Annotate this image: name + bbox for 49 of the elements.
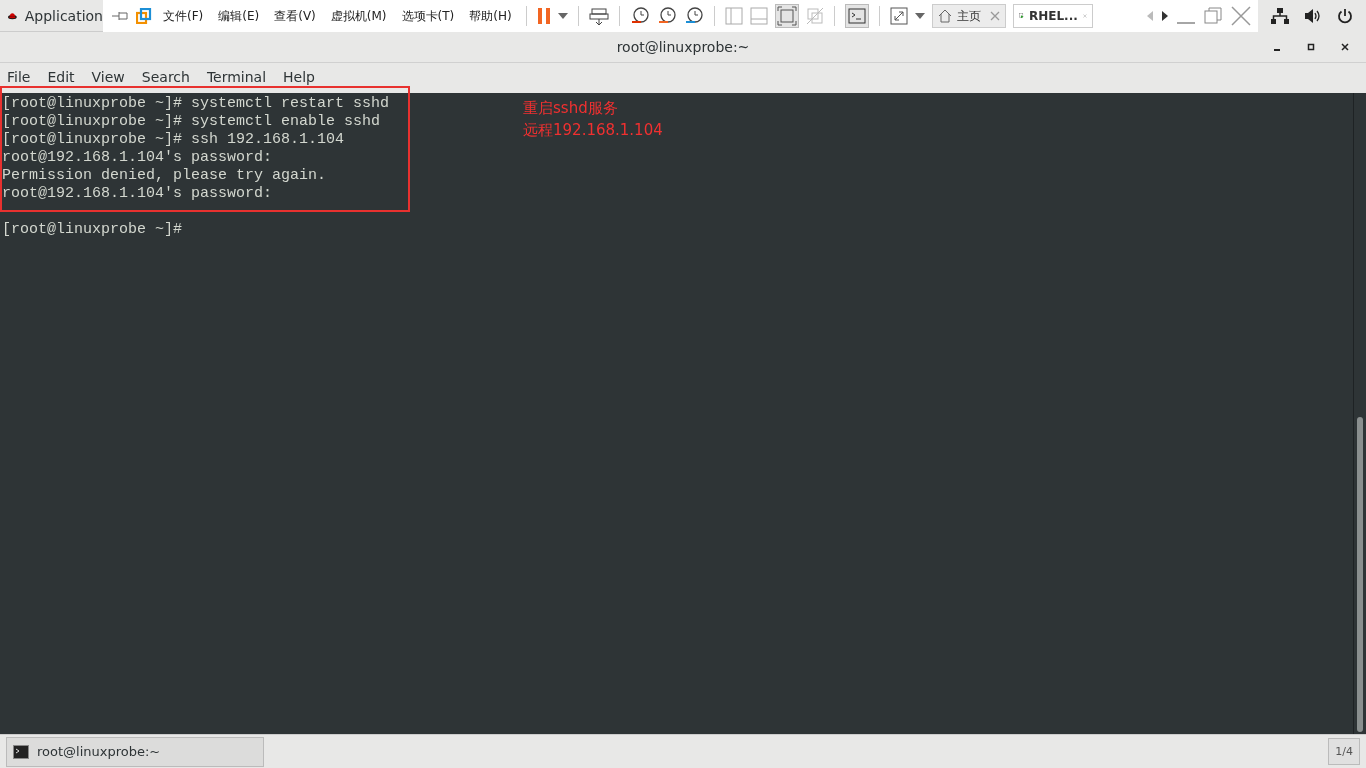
home-icon	[937, 9, 952, 23]
scrollbar-thumb[interactable]	[1357, 417, 1363, 732]
taskbar-item[interactable]: root@linuxprobe:~	[6, 736, 264, 767]
menu-item[interactable]: 选项卡(T)	[397, 7, 459, 25]
clock-icon[interactable]	[683, 6, 704, 26]
menu-item[interactable]: File	[7, 67, 38, 87]
maximize-icon[interactable]	[1306, 42, 1316, 52]
fullscreen-icon[interactable]	[774, 4, 799, 28]
clock-icon[interactable]	[629, 6, 650, 26]
scrollbar[interactable]	[1353, 93, 1366, 734]
terminal-line: root@192.168.1.104's password:	[2, 185, 273, 203]
menu-item[interactable]: Search	[141, 67, 197, 87]
terminal-line: [root@linuxprobe ~]#	[2, 221, 183, 239]
right-arrow-icon[interactable]	[1161, 10, 1169, 22]
restore-icon[interactable]	[1203, 6, 1223, 26]
applications-label: Application	[24, 7, 103, 24]
resize-icon[interactable]	[889, 7, 908, 25]
menu-item[interactable]: 虚拟机(M)	[326, 7, 391, 25]
terminal-icon	[13, 744, 29, 759]
close-icon[interactable]	[1340, 42, 1350, 52]
clock-icon[interactable]	[656, 6, 677, 26]
terminal-line: Permission denied, please try again.	[2, 167, 327, 185]
terminal-line: [root@linuxprobe ~]# systemctl enable sshd	[2, 113, 381, 131]
annotation: 重启sshd服务	[523, 98, 618, 119]
menu-item[interactable]: Terminal	[206, 67, 274, 87]
caret-icon[interactable]	[557, 13, 568, 19]
window-title: root@linuxprobe:~	[616, 39, 750, 55]
terminal-line: [root@linuxprobe ~]# ssh 192.168.1.104	[2, 131, 345, 149]
menu-item[interactable]: 编辑(E)	[214, 7, 264, 25]
pin-icon[interactable]	[111, 10, 129, 22]
terminal-line: root@192.168.1.104's password:	[2, 149, 273, 167]
power-icon[interactable]	[1336, 8, 1353, 24]
pause-icon[interactable]	[536, 7, 551, 25]
annotation: 远程192.168.1.104	[523, 120, 663, 141]
tab[interactable]: 主页	[931, 4, 1006, 28]
menu-item[interactable]: View	[91, 67, 132, 87]
menu-item[interactable]: Edit	[47, 67, 82, 87]
network-icon[interactable]	[1271, 8, 1290, 24]
menu-item[interactable]: 查看(V)	[270, 7, 320, 25]
menu-item[interactable]: 文件(F)	[159, 7, 208, 25]
menu-item[interactable]: Help	[283, 67, 322, 87]
volume-icon[interactable]	[1304, 8, 1322, 24]
app-logo-icon	[136, 8, 152, 24]
tab[interactable]: RHEL...	[1012, 4, 1093, 28]
terminal-line: [root@linuxprobe ~]# systemctl restart sshd	[2, 95, 390, 113]
workspace-indicator[interactable]: 1/4	[1328, 738, 1360, 765]
console-icon[interactable]	[844, 4, 869, 28]
menu-item[interactable]: 帮助(H)	[465, 7, 516, 25]
caret-icon[interactable]	[914, 13, 925, 19]
